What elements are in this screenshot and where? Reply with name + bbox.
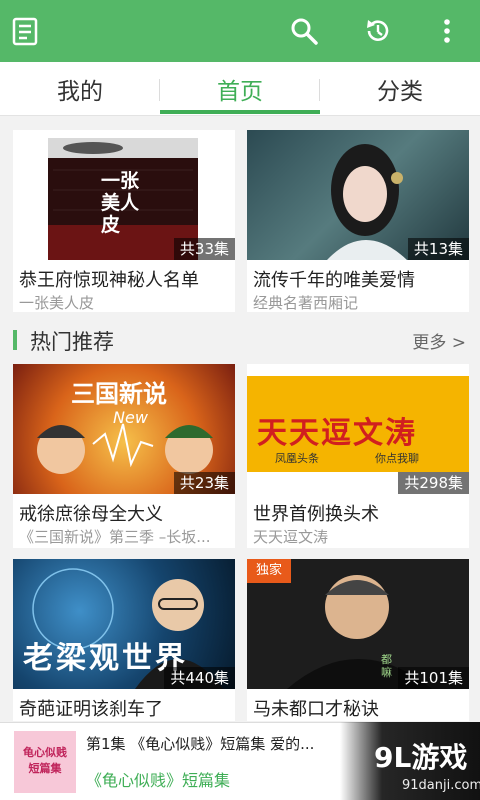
list-icon[interactable] [8, 14, 42, 48]
episode-count-badge: 共298集 [398, 472, 469, 494]
more-icon[interactable] [430, 14, 464, 48]
episode-count-badge: 共440集 [164, 667, 235, 689]
thumbnail-art-text: 凤凰头条 [275, 452, 319, 465]
program-card[interactable]: 一张美人皮 共33集 恭王府惊现神秘人名单 一张美人皮 [13, 130, 235, 312]
active-tab-indicator [160, 110, 320, 114]
program-card[interactable]: 天天逗文涛 凤凰头条 你点我聊 共298集 世界首例换头术 天天逗文涛 [247, 364, 469, 548]
thumbnail-art-text: 都嘛 [381, 653, 392, 679]
site-watermark: 9L游戏 91danji.com [340, 722, 480, 800]
program-thumbnail: 天天逗文涛 凤凰头条 你点我聊 共298集 [247, 364, 469, 494]
player-cover-text: 龟心似贱 短篇集 [23, 746, 67, 775]
tab-mine[interactable]: 我的 [0, 62, 160, 116]
chevron-right-icon: > [446, 333, 466, 353]
tab-home[interactable]: 首页 [160, 62, 320, 116]
program-thumbnail: 老梁观世界 共440集 [13, 559, 235, 689]
tab-category[interactable]: 分类 [320, 62, 480, 116]
episode-count-badge: 共23集 [173, 472, 235, 494]
thumbnail-art-text: 天天逗文涛 [257, 416, 417, 451]
program-title: 流传千年的唯美爱情 [253, 270, 415, 291]
program-thumbnail: 一张美人皮 共33集 [13, 130, 235, 260]
program-thumbnail: 共13集 [247, 130, 469, 260]
thumbnail-art-text: 你点我聊 [375, 452, 419, 465]
program-title: 马未都口才秘诀 [253, 699, 379, 720]
program-card[interactable]: 老梁观世界 共440集 奇葩证明该刹车了 [13, 559, 235, 721]
episode-count-badge: 共13集 [407, 238, 469, 260]
watermark-logo-text: 9L游戏 [374, 741, 468, 774]
program-subtitle: 一张美人皮 [19, 294, 95, 312]
program-card[interactable]: 独家 都嘛 共101集 马未都口才秘诀 [247, 559, 469, 721]
more-link[interactable]: 更多 > [412, 328, 466, 353]
program-subtitle: 《三国新说》第三季 –长坂... [19, 528, 211, 546]
program-thumbnail: 独家 都嘛 共101集 [247, 559, 469, 689]
episode-count-badge: 共101集 [398, 667, 469, 689]
now-playing-episode: 第1集 《龟心似贱》短篇集 爱的... [86, 735, 315, 753]
thumbnail-art-text: 一张美人皮 [101, 170, 140, 236]
player-cover: 龟心似贱 短篇集 [14, 731, 76, 793]
program-title: 恭王府惊现神秘人名单 [19, 270, 199, 291]
history-icon[interactable] [361, 14, 395, 48]
thumbnail-art-text: 三国新说 [71, 380, 167, 408]
episode-count-badge: 共33集 [173, 238, 235, 260]
section-accent-bar [13, 330, 17, 350]
program-card[interactable]: 共13集 流传千年的唯美爱情 经典名著西厢记 [247, 130, 469, 312]
search-icon[interactable] [287, 14, 321, 48]
program-card[interactable]: 三国新说 New 共23集 戒徐庶徐母全大义 《三国新说》第三季 –长坂... [13, 364, 235, 548]
section-title: 热门推荐 [30, 330, 114, 354]
program-title: 世界首例换头术 [253, 504, 379, 525]
now-playing-album: 《龟心似贱》短篇集 [86, 771, 231, 790]
watermark-url: 91danji.com [402, 778, 480, 793]
program-subtitle: 天天逗文涛 [253, 528, 329, 546]
section-header: 热门推荐 更多 > [0, 322, 480, 358]
thumbnail-art-text: 老梁观世界 [23, 641, 188, 676]
program-title: 戒徐庶徐母全大义 [19, 504, 163, 525]
program-title: 奇葩证明该刹车了 [19, 699, 163, 720]
program-thumbnail: 三国新说 New 共23集 [13, 364, 235, 494]
program-subtitle: 经典名著西厢记 [253, 294, 359, 312]
thumbnail-art-text: New [113, 408, 148, 427]
top-toolbar [0, 0, 480, 62]
tab-bar: 我的 首页 分类 [0, 62, 480, 116]
more-label: 更多 [412, 333, 447, 353]
exclusive-badge: 独家 [247, 559, 291, 583]
